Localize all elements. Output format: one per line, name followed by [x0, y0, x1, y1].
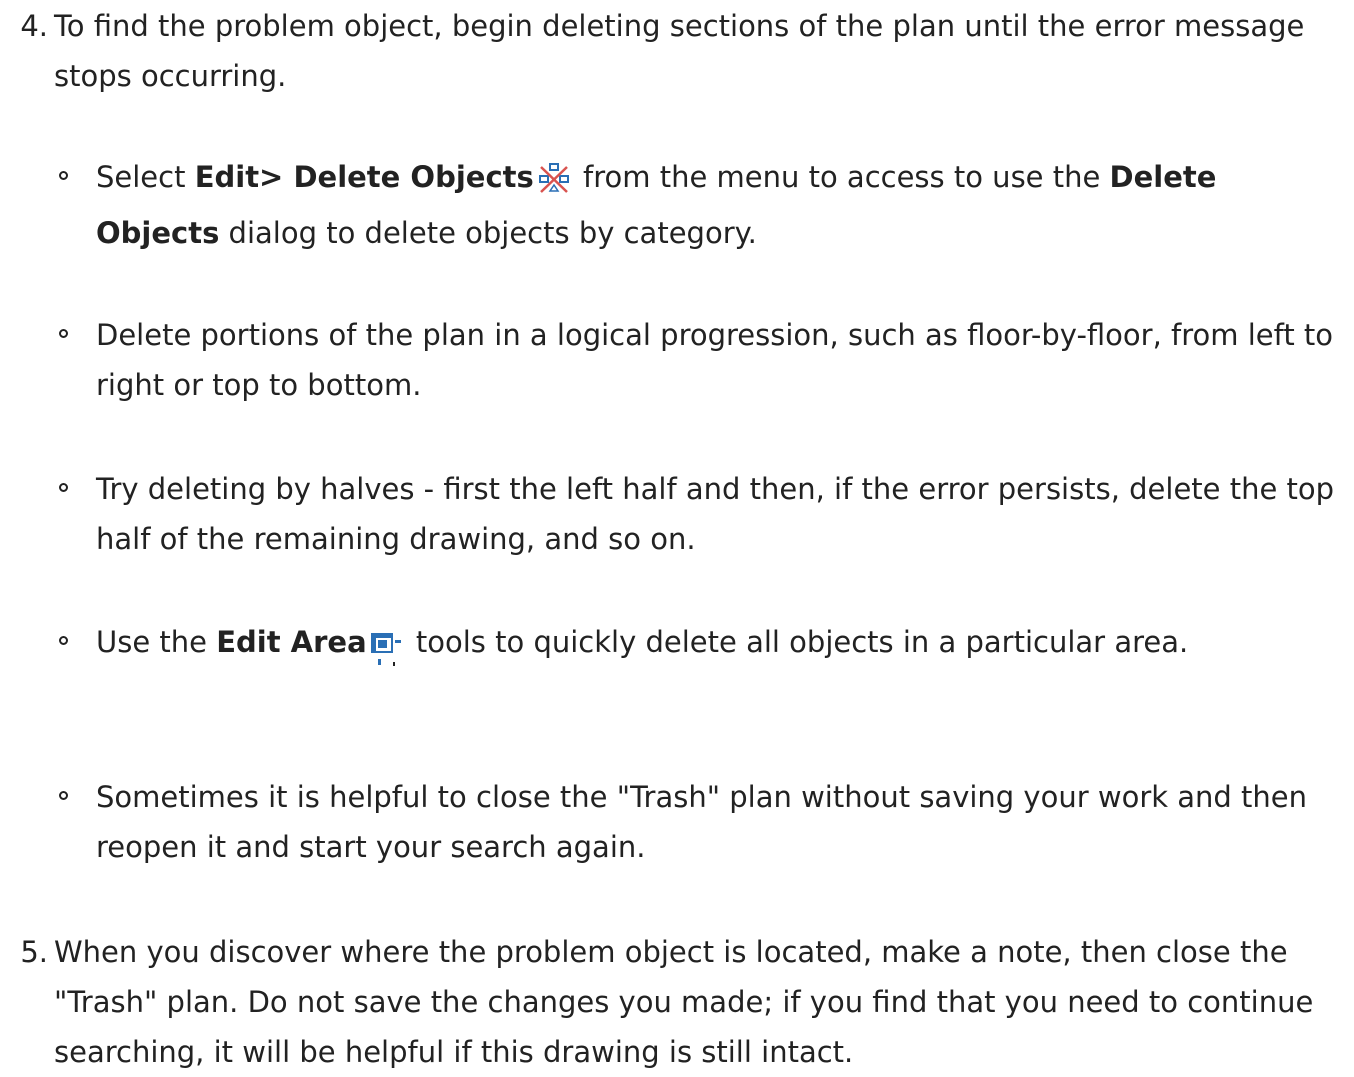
circle-bullet-icon — [59, 171, 68, 180]
list-item-text-part: dialog to delete objects by category. — [219, 216, 757, 250]
delete-objects-icon — [537, 158, 571, 208]
edit-area-icon — [370, 623, 404, 673]
circle-bullet-icon — [59, 329, 68, 338]
list-item-text: Try deleting by halves - first the left … — [96, 472, 1335, 556]
list-item-text-part: Select — [96, 160, 195, 194]
tool-name: Edit Area — [216, 625, 367, 659]
step-number: 4. — [20, 9, 48, 43]
circle-bullet-icon — [59, 483, 68, 492]
step-4: 4. To find the problem object, begin del… — [8, 1, 1348, 101]
step-number: 5. — [20, 935, 48, 969]
circle-bullet-icon — [59, 636, 68, 645]
list-item-text: Use the Edit Area tools to quickly delet… — [96, 617, 1349, 673]
list-item: Select Edit> Delete Objects from the men… — [59, 152, 1349, 258]
list-item-text: Sometimes it is helpful to close the "Tr… — [96, 780, 1308, 864]
step-text: When you discover where the problem obje… — [54, 935, 1314, 1069]
step-5: 5. When you discover where the problem o… — [8, 927, 1348, 1077]
list-item: Try deleting by halves - first the left … — [59, 464, 1349, 564]
list-item-text: Delete portions of the plan in a logical… — [96, 318, 1334, 402]
step-text: To find the problem object, begin deleti… — [54, 9, 1305, 93]
list-item-text-part: Use the — [96, 625, 217, 659]
list-item: Sometimes it is helpful to close the "Tr… — [59, 772, 1349, 872]
circle-bullet-icon — [59, 791, 68, 800]
list-item-text: Select Edit> Delete Objects from the men… — [96, 152, 1349, 258]
list-item-text-part: from the menu to access to use the — [573, 160, 1110, 194]
list-item: Delete portions of the plan in a logical… — [59, 310, 1349, 410]
list-item-text-part: tools to quickly delete all objects in a… — [406, 625, 1189, 659]
menu-path: Edit> Delete Objects — [194, 160, 534, 194]
list-item: Use the Edit Area tools to quickly delet… — [59, 617, 1349, 673]
